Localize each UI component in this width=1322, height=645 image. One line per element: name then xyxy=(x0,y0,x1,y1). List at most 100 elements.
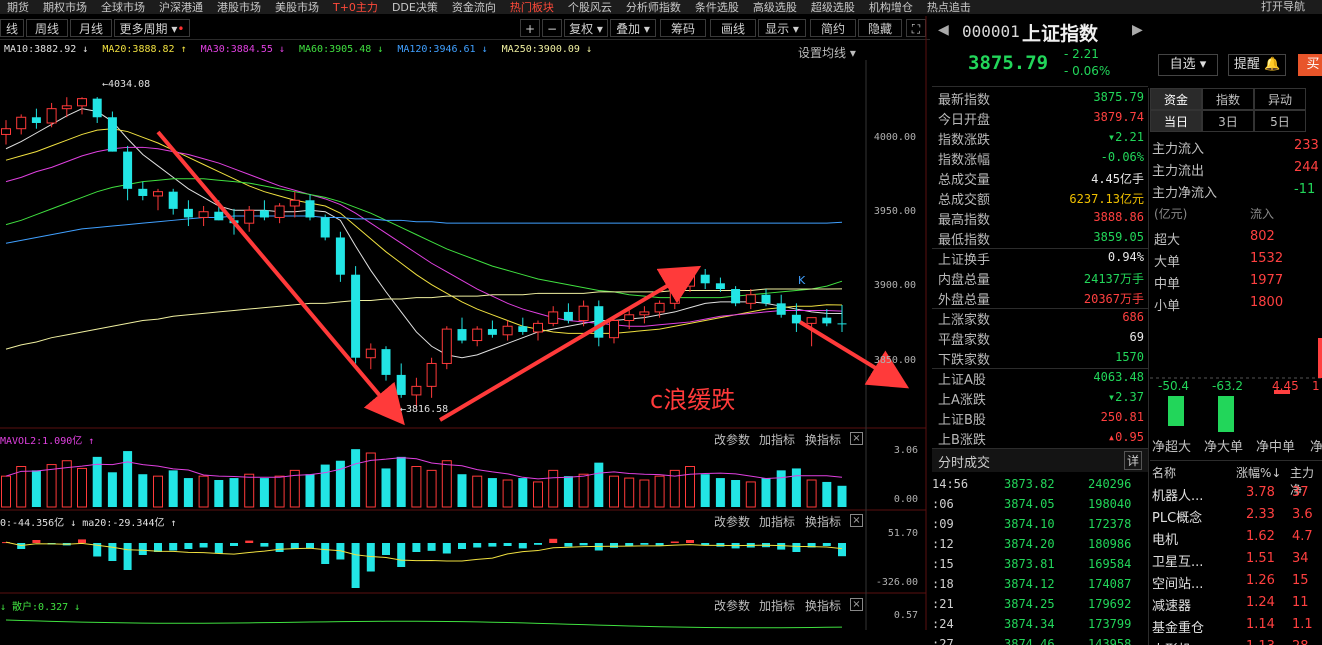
close-icon[interactable]: × xyxy=(850,432,863,445)
candle-body xyxy=(822,317,832,324)
volume-bar xyxy=(594,462,604,507)
volume-bar xyxy=(351,449,361,507)
fund-flow-label: 主力净流入 xyxy=(1152,186,1218,201)
quote-value: -0.06% xyxy=(1100,150,1144,164)
net-flow-bar xyxy=(1168,396,1184,426)
fund-flow-row: 主力净流入 -11 xyxy=(1150,180,1322,202)
fund-tab[interactable]: 资金 xyxy=(1150,88,1202,110)
candle-body xyxy=(183,208,193,218)
quote-label: 外盘总量 xyxy=(938,293,991,308)
sector-change: 1.14 xyxy=(1246,617,1275,632)
period-tab[interactable]: 5日 xyxy=(1254,110,1306,132)
tick-time: :06 xyxy=(932,497,954,511)
candle-body xyxy=(244,209,255,224)
volume-bar xyxy=(639,479,650,508)
candle-body xyxy=(274,205,285,218)
volume-bar xyxy=(411,466,422,508)
change-params-button[interactable]: 改参数 xyxy=(714,513,750,530)
volume-axis-label: 0.00 xyxy=(893,494,918,505)
change-params-button[interactable]: 改参数 xyxy=(714,431,750,448)
flow-bar xyxy=(427,543,436,551)
order-value: 1800 xyxy=(1250,295,1284,310)
order-label: 中单 xyxy=(1154,277,1181,292)
divider xyxy=(1148,88,1149,645)
stock-name: 上证指数 xyxy=(1022,23,1099,45)
add-indicator-button[interactable]: 加指标 xyxy=(759,431,795,448)
sector-row[interactable]: 空间站... 1.26 15 xyxy=(1150,572,1322,594)
net-flow-bar xyxy=(1318,338,1322,378)
add-indicator-button[interactable]: 加指标 xyxy=(759,597,795,614)
candle-body xyxy=(381,349,391,375)
sector-row[interactable]: 基金重仓 1.14 1.1 xyxy=(1150,616,1322,638)
candle-body xyxy=(426,362,437,387)
flow-bar xyxy=(503,543,512,546)
sector-row[interactable]: PLC概念 2.33 3.6 xyxy=(1150,506,1322,528)
quote-label: 下跌家数 xyxy=(938,353,991,368)
sector-main-flow: 15 xyxy=(1292,573,1309,588)
quote-row: 总成交额 6237.13亿元 xyxy=(932,188,1148,208)
flow-bar xyxy=(473,543,482,548)
quote-value: 0.94% xyxy=(1107,250,1144,264)
sector-name: 基金重仓 xyxy=(1152,621,1205,636)
fund-tab[interactable]: 指数 xyxy=(1202,88,1254,110)
tick-row: :12 3874.20 180986 xyxy=(932,534,1148,556)
flow-bar xyxy=(32,540,41,543)
swap-indicator-button[interactable]: 换指标 xyxy=(805,513,841,530)
flow-bar xyxy=(579,543,588,546)
period-tab[interactable]: 当日 xyxy=(1150,110,1202,132)
sector-main-flow: 1.1 xyxy=(1292,617,1313,632)
next-stock-icon[interactable]: ▶ xyxy=(1132,22,1143,38)
top-menu-item[interactable]: 打开导航 xyxy=(1254,0,1312,14)
quote-label: 上A涨跌 xyxy=(938,393,986,408)
tick-volume: 240296 xyxy=(1088,477,1132,491)
volume-bar xyxy=(654,475,665,508)
tick-volume: 198040 xyxy=(1088,497,1132,511)
swap-indicator-button[interactable]: 换指标 xyxy=(805,597,841,614)
ticks-header: 分时成交 详 xyxy=(932,448,1148,472)
y-axis-label: 3900.00 xyxy=(873,280,916,291)
volume-bar xyxy=(441,460,452,508)
ma10-line xyxy=(5,108,843,359)
fund-tab[interactable]: 异动 xyxy=(1254,88,1306,110)
period-tab[interactable]: 3日 xyxy=(1202,110,1254,132)
prev-stock-icon[interactable]: ◀ xyxy=(938,22,949,38)
alert-button[interactable]: 提醒 🔔 xyxy=(1228,54,1286,76)
sector-chg-header[interactable]: 涨幅%↓ xyxy=(1236,464,1281,481)
ticks-title: 分时成交 xyxy=(938,456,991,471)
add-indicator-button[interactable]: 加指标 xyxy=(759,513,795,530)
swap-indicator-button[interactable]: 换指标 xyxy=(805,431,841,448)
volume-bar xyxy=(198,475,209,508)
flow-bar xyxy=(366,543,375,572)
candle-body xyxy=(761,294,771,304)
quote-value: 3859.05 xyxy=(1093,230,1144,244)
change-params-button[interactable]: 改参数 xyxy=(714,597,750,614)
quote-label: 最低指数 xyxy=(938,233,991,248)
sector-row[interactable]: 人形机... 1.13 28 xyxy=(1150,638,1322,645)
candle-body xyxy=(351,274,361,358)
quote-row: 上证A股 4063.48 xyxy=(932,368,1148,388)
flow-bar xyxy=(321,543,330,564)
watchlist-dropdown[interactable]: 自选 ▾ xyxy=(1158,54,1218,76)
volume-bar xyxy=(214,480,224,507)
sector-row[interactable]: 机器人... 3.78 37 xyxy=(1150,484,1322,506)
tick-time: :18 xyxy=(932,577,954,591)
quote-row: 上涨家数 686 xyxy=(932,308,1148,328)
flow-bar xyxy=(838,543,846,557)
volume-bar xyxy=(183,478,193,507)
flow-bar xyxy=(518,543,527,549)
sector-row[interactable]: 电机 1.62 4.7 xyxy=(1150,528,1322,550)
flow-bar xyxy=(564,543,573,547)
k-marker: K xyxy=(798,274,806,287)
close-icon[interactable]: × xyxy=(850,598,863,611)
buy-button[interactable]: 买 xyxy=(1298,54,1322,76)
sector-row[interactable]: 卫星互... 1.51 34 xyxy=(1150,550,1322,572)
close-icon[interactable]: × xyxy=(850,514,863,527)
y-axis-label: 3950.00 xyxy=(873,206,916,217)
ticks-detail-button[interactable]: 详 xyxy=(1123,451,1142,470)
sector-row[interactable]: 减速器 1.24 11 xyxy=(1150,594,1322,616)
sector-change: 3.78 xyxy=(1246,485,1275,500)
volume-bar xyxy=(138,474,148,507)
fund-flow-value: 244 xyxy=(1294,160,1319,175)
down-arrow-2 xyxy=(798,320,910,389)
quote-label: 今日开盘 xyxy=(938,113,991,128)
